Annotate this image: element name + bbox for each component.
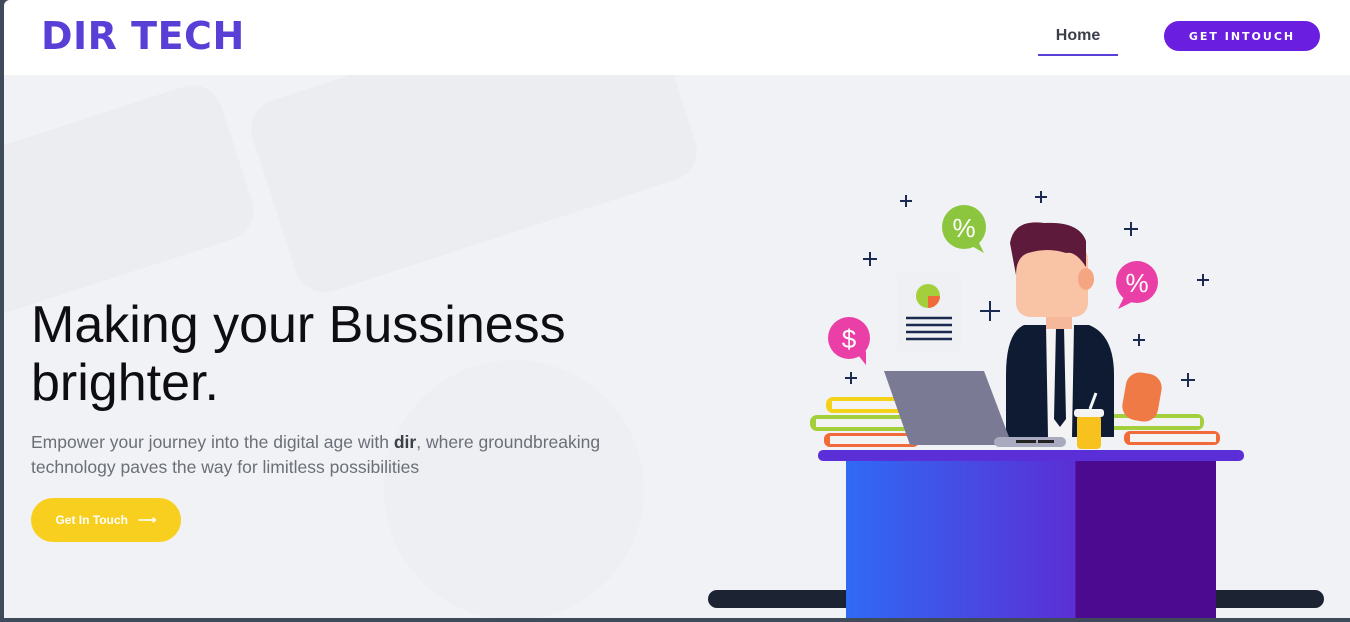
drink-lid	[1074, 409, 1104, 417]
sparkle-icon	[1197, 274, 1209, 286]
sparkle-icon	[1133, 334, 1145, 346]
book	[830, 436, 916, 444]
hero-subtitle-brand: dir	[393, 432, 417, 452]
book	[816, 419, 906, 427]
tie	[1054, 327, 1066, 427]
arrow-right-icon: ⟶	[137, 512, 157, 527]
book	[1114, 418, 1200, 426]
hero-title: Making your Bussiness brighter.	[31, 296, 671, 412]
laptop-base	[1016, 440, 1036, 443]
background-shape	[4, 77, 262, 323]
sparkle-icon	[900, 195, 912, 207]
hero-subtitle: Empower your journey into the digital ag…	[31, 430, 651, 480]
get-in-touch-hero-label: Get In Touch	[55, 513, 128, 527]
hero-title-line1: Making your Bussiness	[31, 296, 566, 354]
percent-icon: %	[952, 213, 975, 243]
percent-icon: %	[1125, 268, 1148, 298]
hero-title-line2: brighter.	[31, 354, 219, 412]
page: DIR TECH Home GET INTOUCH Making your Bu…	[4, 0, 1350, 618]
get-in-touch-header-button[interactable]: GET INTOUCH	[1164, 21, 1320, 51]
sparkle-icon	[1124, 222, 1138, 236]
get-in-touch-hero-button[interactable]: Get In Touch ⟶	[31, 498, 181, 542]
book	[1130, 434, 1216, 442]
sparkle-icon	[845, 372, 857, 384]
sparkle-icon	[1181, 373, 1195, 387]
hero-illustration: % % $	[708, 191, 1324, 618]
sparkle-icon	[980, 301, 1000, 321]
desk-top	[818, 450, 1244, 461]
laptop-base	[1038, 440, 1054, 443]
desk-body	[846, 461, 1216, 618]
ear	[1078, 268, 1094, 290]
nav-home-link[interactable]: Home	[1038, 24, 1118, 56]
logo[interactable]: DIR TECH	[41, 14, 245, 58]
dollar-icon: $	[842, 324, 857, 354]
sparkle-icon	[1035, 191, 1047, 203]
hero-subtitle-text: Empower your journey into the digital ag…	[31, 432, 394, 452]
sparkle-icon	[863, 252, 877, 266]
site-header: DIR TECH Home GET INTOUCH	[4, 0, 1350, 75]
drink-cup	[1077, 415, 1101, 449]
